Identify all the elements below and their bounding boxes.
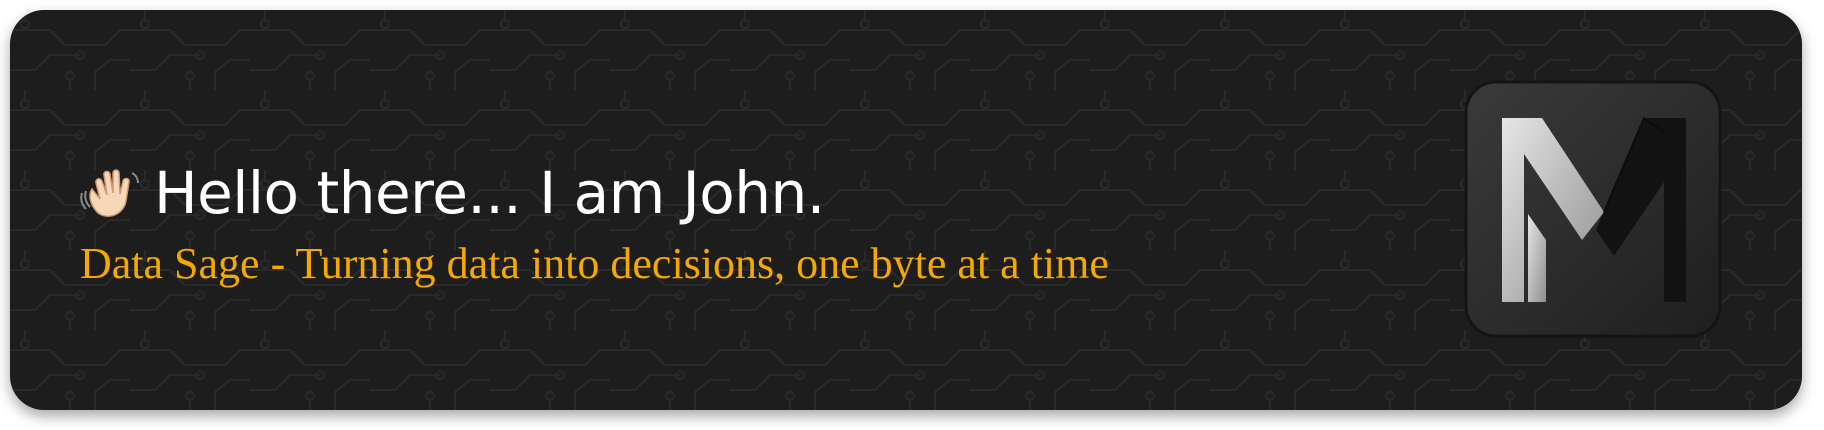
m-monogram-logo (1464, 80, 1722, 338)
greeting-row: Hello there... I am John. (80, 150, 825, 236)
greeting-headline: Hello there... I am John. (154, 159, 825, 227)
profile-banner: Hello there... I am John. Data Sage - Tu… (10, 10, 1802, 410)
waving-hand-icon (80, 169, 139, 217)
tagline-text: Data Sage - Turning data into decisions,… (80, 239, 1109, 288)
